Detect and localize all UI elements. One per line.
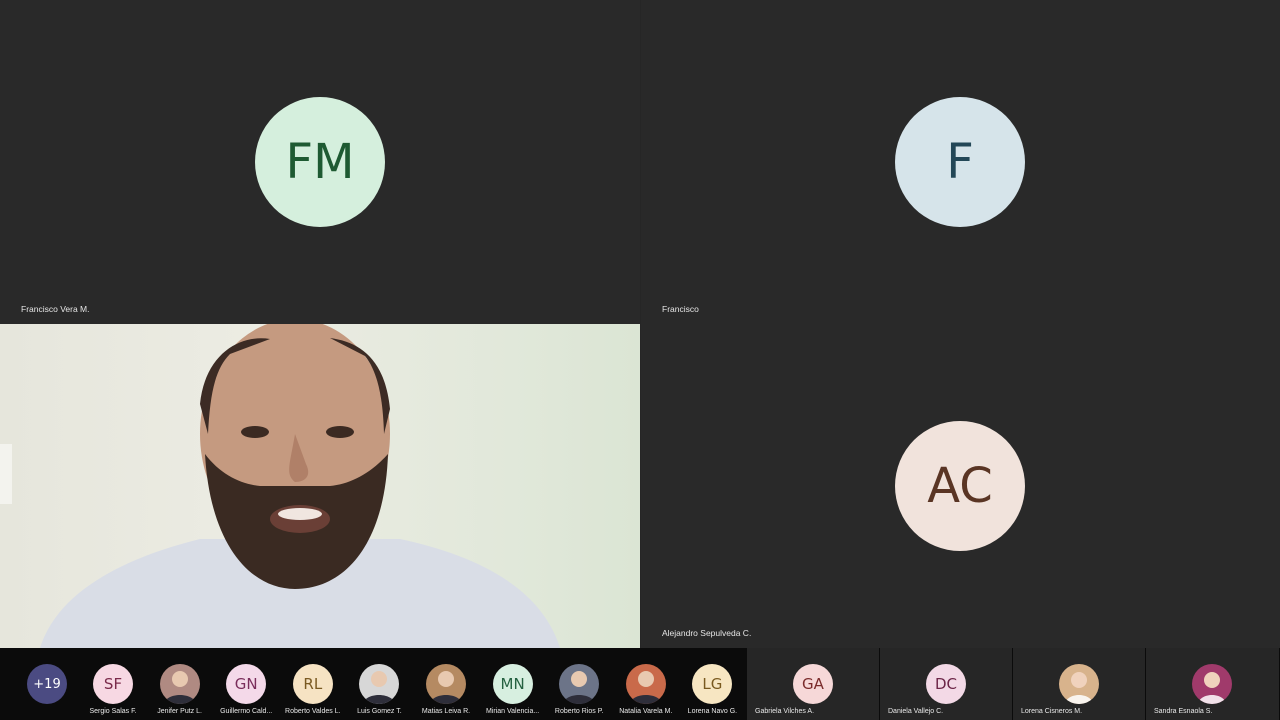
avatar: GA: [793, 664, 833, 704]
avatar-photo: [159, 664, 200, 704]
avatar-initials: F: [946, 134, 974, 190]
avatar-initials: GN: [234, 675, 258, 693]
participant-name: Natalia Varela M.: [619, 708, 673, 715]
avatar-photo: [1059, 664, 1099, 704]
participant-thumb[interactable]: SF Sergio Salas F.: [80, 648, 146, 720]
avatar-photo: [625, 664, 666, 704]
video-tile-camera-feed[interactable]: [0, 324, 640, 648]
avatar: FM: [255, 97, 385, 227]
overflow-count-badge: +19: [27, 664, 67, 704]
participant-name: Mirian Valencia...: [486, 708, 540, 715]
avatar: RL: [292, 664, 333, 704]
person-icon: [1198, 672, 1226, 704]
avatar-initials: GA: [802, 675, 824, 693]
participant-name: Francisco: [662, 304, 699, 314]
avatar-initials: LG: [702, 675, 723, 693]
participant-name: Matias Leiva R.: [421, 708, 471, 715]
participant-thumb[interactable]: LG Lorena Navo G.: [679, 648, 745, 720]
participant-thumb[interactable]: Jenifer Putz L.: [147, 648, 213, 720]
avatar: GN: [226, 664, 267, 704]
avatar-initials: AC: [927, 458, 993, 514]
avatar: SF: [93, 664, 133, 704]
avatar: F: [895, 97, 1025, 227]
avatar-photo: [1192, 664, 1232, 704]
person-icon: [163, 671, 196, 704]
avatar: LG: [692, 664, 733, 704]
person-icon: [363, 671, 396, 704]
participant-name: Sergio Salas F.: [89, 708, 137, 715]
participant-name: Alejandro Sepulveda C.: [662, 628, 752, 638]
person-icon: [430, 671, 462, 704]
avatar: DC: [926, 664, 966, 704]
participant-name: Luis Gomez T.: [357, 708, 402, 715]
participant-thumb[interactable]: Lorena Cisneros M.: [1013, 648, 1145, 720]
video-tile-alejandro-sepulveda[interactable]: AC Alejandro Sepulveda C.: [641, 324, 1280, 648]
participant-name: Guillermo Cald...: [220, 708, 273, 715]
avatar: MN: [492, 664, 533, 704]
participant-thumb[interactable]: Sandra Esnaola S.: [1146, 648, 1279, 720]
participant-name: Gabriela Vilches A.: [755, 708, 815, 715]
participant-thumb[interactable]: Luis Gomez T.: [346, 648, 412, 720]
participant-name: Jenifer Putz L.: [157, 708, 202, 715]
avatar-initials: RL: [303, 675, 323, 693]
participant-name: Lorena Cisneros M.: [1021, 708, 1083, 715]
participant-name: Lorena Navo G.: [687, 708, 738, 715]
avatar-initials: DC: [934, 675, 958, 693]
avatar: AC: [895, 421, 1025, 551]
participant-thumb[interactable]: GA Gabriela Vilches A.: [747, 648, 879, 720]
video-tile-francisco-vera[interactable]: FM Francisco Vera M.: [0, 0, 640, 324]
participant-thumb[interactable]: Matias Leiva R.: [413, 648, 479, 720]
participant-video-icon: [0, 324, 560, 648]
avatar-photo: [359, 664, 400, 704]
overflow-participants-button[interactable]: +19: [20, 648, 74, 720]
participant-name: Sandra Esnaola S.: [1154, 708, 1213, 715]
video-tile-francisco[interactable]: F Francisco: [641, 0, 1280, 324]
person-icon: [1065, 672, 1093, 704]
participant-thumb[interactable]: DC Daniela Vallejo C.: [880, 648, 1012, 720]
participant-name: Roberto Rios P.: [554, 708, 604, 715]
avatar-initials: FM: [285, 134, 355, 190]
avatar-initials: SF: [103, 675, 123, 693]
participant-thumb[interactable]: RL Roberto Valdes L.: [280, 648, 346, 720]
person-icon: [563, 671, 596, 704]
participant-thumb[interactable]: Natalia Varela M.: [613, 648, 679, 720]
participant-thumb[interactable]: Roberto Rios P.: [546, 648, 612, 720]
avatar-photo: [559, 664, 600, 704]
participant-name: Roberto Valdes L.: [285, 708, 341, 715]
participant-thumb[interactable]: GN Guillermo Cald...: [213, 648, 279, 720]
participant-thumb[interactable]: MN Mirian Valencia...: [480, 648, 546, 720]
avatar-initials: MN: [500, 675, 525, 693]
avatar-photo: [426, 664, 466, 704]
participant-name: Daniela Vallejo C.: [888, 708, 944, 715]
participant-name: Francisco Vera M.: [21, 304, 90, 314]
person-icon: [629, 671, 662, 704]
